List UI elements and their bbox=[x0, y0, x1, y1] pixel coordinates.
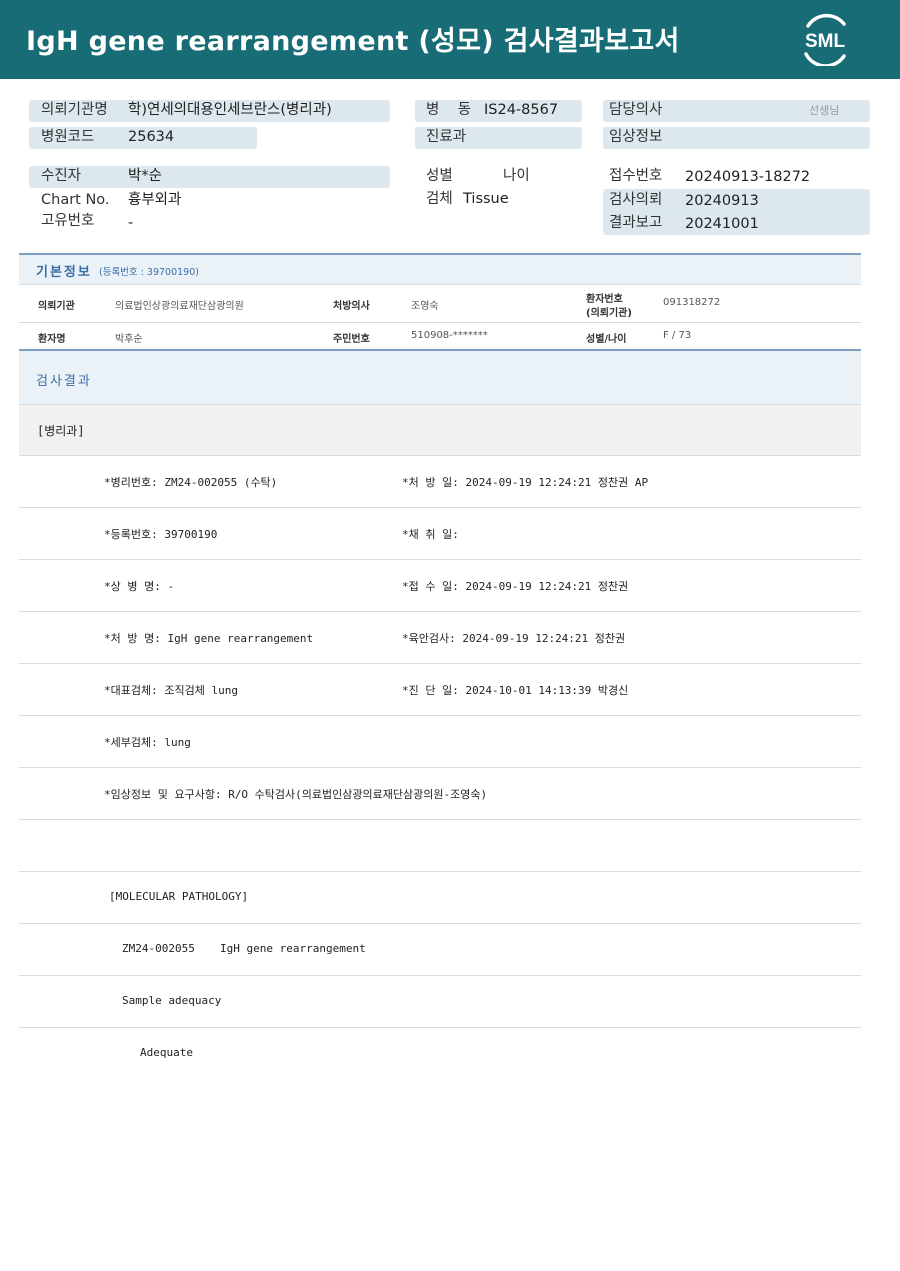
results-title: 검사결과 bbox=[36, 374, 92, 389]
ward-label: 병 동 bbox=[426, 102, 472, 118]
result-row-right: *채 취 일: bbox=[402, 528, 459, 541]
chart-value: 흉부외과 bbox=[128, 192, 182, 208]
adequacy-value-row: Adequate bbox=[19, 1028, 861, 1080]
report-value: 20241001 bbox=[685, 216, 759, 232]
specimen-label: 검체 bbox=[426, 191, 453, 207]
patno-label-2: (의뢰기관) bbox=[586, 308, 632, 319]
receipt-value: 20240913-18272 bbox=[685, 169, 811, 185]
dept-section-label: [병리과] bbox=[37, 424, 85, 438]
receipt-label: 접수번호 bbox=[609, 168, 663, 184]
hospital-code-value: 25634 bbox=[128, 129, 175, 145]
results-header: 검사결과 bbox=[19, 349, 861, 404]
age-label: 나이 bbox=[503, 168, 530, 184]
adequacy-row: Sample adequacy bbox=[19, 976, 861, 1028]
report-title: IgH gene rearrangement (성모) 검사결과보고서 bbox=[26, 26, 680, 57]
basic-info-title: 기본정보 bbox=[36, 265, 92, 280]
specimen-value: Tissue bbox=[463, 191, 509, 207]
result-row: *병리번호: ZM24-002055 (수탁) *처 방 일: 2024-09-… bbox=[19, 456, 861, 508]
name-value: 박후순 bbox=[115, 334, 143, 345]
dept-label: 진료과 bbox=[426, 129, 467, 145]
patno-label-1: 환자번호 bbox=[586, 294, 623, 305]
request-org-value: 학)연세의대용인세브란스(병리과) bbox=[128, 102, 332, 118]
result-row-left: *대표검체: 조직검체 lung bbox=[104, 684, 238, 697]
result-row-right: *접 수 일: 2024-09-19 12:24:21 정찬권 bbox=[402, 580, 629, 593]
result-row-right: *진 단 일: 2024-10-01 14:13:39 박경신 bbox=[402, 684, 629, 697]
result-row: *세부검체: lung bbox=[19, 716, 861, 768]
sml-logo-icon: SML bbox=[804, 13, 846, 66]
report-header: IgH gene rearrangement (성모) 검사결과보고서 SML bbox=[0, 0, 900, 79]
molecular-id: ZM24-002055 bbox=[122, 942, 195, 955]
report-label: 결과보고 bbox=[609, 215, 663, 231]
basic-info-row-1: 의뢰기관 의료법인상광의료재단삼광의원 처방의사 조영숙 환자번호 (의뢰기관)… bbox=[19, 285, 861, 323]
blank-row bbox=[19, 820, 861, 872]
doctor-suffix: 선생님 bbox=[809, 104, 840, 117]
patient-label: 수진자 bbox=[41, 168, 82, 184]
result-row-left: *병리번호: ZM24-002055 (수탁) bbox=[104, 476, 278, 489]
result-row-left: *상 병 명: - bbox=[104, 580, 175, 593]
dept-section-row: [병리과] bbox=[19, 404, 861, 456]
prescriber-label: 처방의사 bbox=[333, 301, 370, 312]
org-label: 의뢰기관 bbox=[38, 301, 75, 312]
hospital-code-label: 병원코드 bbox=[41, 129, 95, 145]
molecular-test: IgH gene rearrangement bbox=[220, 942, 366, 955]
result-row: *임상정보 및 요구사항: R/O 수탁검사(의료법인삼광의료재단삼광의원-조영… bbox=[19, 768, 861, 820]
molecular-title: [MOLECULAR PATHOLOGY] bbox=[109, 890, 249, 903]
patient-value: 박*순 bbox=[128, 168, 162, 184]
rrn-label: 주민번호 bbox=[333, 334, 370, 345]
patient-pill bbox=[29, 166, 390, 188]
result-row-right: *처 방 일: 2024-09-19 12:24:21 정찬권 AP bbox=[402, 476, 649, 489]
result-row-left: *임상정보 및 요구사항: R/O 수탁검사(의료법인삼광의료재단삼광의원-조영… bbox=[104, 788, 488, 801]
result-row-right: *육안검사: 2024-09-19 12:24:21 정찬권 bbox=[402, 632, 626, 645]
result-row-left: *세부검체: lung bbox=[104, 736, 191, 749]
chart-label: Chart No. bbox=[41, 192, 110, 208]
patno-value: 091318272 bbox=[663, 297, 721, 308]
result-row: *대표검체: 조직검체 lung *진 단 일: 2024-10-01 14:1… bbox=[19, 664, 861, 716]
prescriber-value: 조영숙 bbox=[411, 301, 439, 312]
result-row: *상 병 명: - *접 수 일: 2024-09-19 12:24:21 정찬… bbox=[19, 560, 861, 612]
result-row-left: *처 방 명: IgH gene rearrangement bbox=[104, 632, 314, 645]
clinical-label: 임상정보 bbox=[609, 129, 663, 145]
request-org-label: 의뢰기관명 bbox=[41, 102, 108, 118]
unique-label: 고유번호 bbox=[41, 213, 95, 229]
sexage-value: F / 73 bbox=[663, 330, 692, 341]
logo-text: SML bbox=[805, 31, 846, 52]
request-label: 검사의뢰 bbox=[609, 192, 663, 208]
result-row: *등록번호: 39700190 *채 취 일: bbox=[19, 508, 861, 560]
basic-info-subtitle: (등록번호 : 39700190) bbox=[99, 267, 199, 278]
doctor-label: 담당의사 bbox=[609, 102, 663, 118]
molecular-title-row: [MOLECULAR PATHOLOGY] bbox=[19, 872, 861, 924]
ward-value: IS24-8567 bbox=[484, 102, 559, 118]
rrn-value: 510908-******* bbox=[411, 330, 488, 341]
adequacy-value: Adequate bbox=[140, 1046, 193, 1059]
molecular-test-row: ZM24-002055 IgH gene rearrangement bbox=[19, 924, 861, 976]
basic-info-header: 기본정보 (등록번호 : 39700190) bbox=[19, 253, 861, 285]
result-row-left: *등록번호: 39700190 bbox=[104, 528, 218, 541]
adequacy-label: Sample adequacy bbox=[122, 994, 222, 1007]
request-value: 20240913 bbox=[685, 193, 759, 209]
unique-value: - bbox=[128, 215, 134, 231]
org-value: 의료법인상광의료재단삼광의원 bbox=[115, 301, 244, 312]
sexage-label: 성별/나이 bbox=[586, 334, 627, 345]
name-label: 환자명 bbox=[38, 334, 66, 345]
sex-label: 성별 bbox=[426, 168, 453, 184]
result-row: *처 방 명: IgH gene rearrangement *육안검사: 20… bbox=[19, 612, 861, 664]
basic-info-row-2: 환자명 박후순 주민번호 510908-******* 성별/나이 F / 73 bbox=[19, 323, 861, 349]
